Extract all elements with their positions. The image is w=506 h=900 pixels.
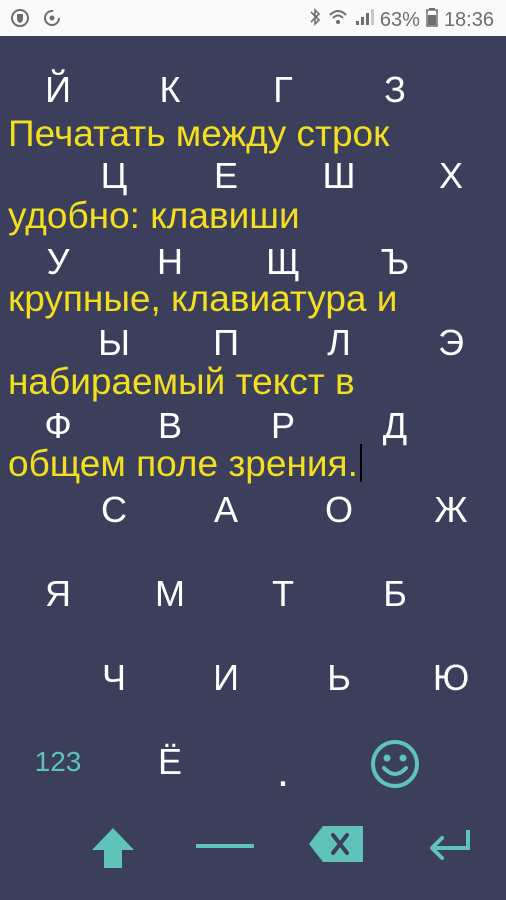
enter-key[interactable]: [426, 824, 472, 864]
typed-text-line-4: набираемый текст в: [8, 361, 355, 402]
key-row1-2[interactable]: К: [142, 62, 198, 118]
shift-key[interactable]: [88, 824, 138, 872]
signal-icon: [354, 7, 374, 33]
enter-return-icon: [430, 830, 470, 860]
key-row6-4[interactable]: Ж: [423, 482, 479, 538]
space-bar-icon: [196, 844, 254, 848]
key-row8-3[interactable]: Ь: [311, 650, 367, 706]
space-key[interactable]: [196, 836, 254, 856]
numbers-key[interactable]: 123: [26, 742, 90, 782]
sync-app-icon: [42, 8, 62, 33]
clock-time: 18:36: [443, 8, 494, 31]
key-row6-1[interactable]: С: [86, 482, 142, 538]
emoji-key[interactable]: [369, 738, 421, 790]
battery-icon: [426, 7, 438, 33]
typed-text-line-1: Печатать между строк: [8, 113, 390, 154]
key-row5-4[interactable]: Д: [367, 398, 423, 454]
text-cursor: [359, 444, 362, 482]
typed-text-line-5-wrap: общем поле зрения.: [8, 444, 362, 484]
key-row1-4[interactable]: З: [367, 62, 423, 118]
keyboard: Й К Г З Ц Е Ш Х У Н Щ Ъ Ы П Л Э Ф В Р Д …: [0, 36, 506, 900]
bluetooth-icon: [308, 7, 322, 33]
key-row7-4[interactable]: Б: [367, 566, 423, 622]
key-row2-3[interactable]: Ш: [311, 148, 367, 204]
key-row7-3[interactable]: Т: [255, 566, 311, 622]
backspace-icon: [309, 826, 363, 862]
key-row6-2[interactable]: А: [198, 482, 254, 538]
key-row7-2[interactable]: М: [142, 566, 198, 622]
key-yo[interactable]: Ё: [142, 734, 198, 790]
key-row1-1[interactable]: Й: [30, 62, 86, 118]
period-key[interactable]: .: [255, 750, 311, 794]
wifi-icon: [328, 7, 348, 33]
typed-text-line-5: общем поле зрения.: [8, 443, 358, 484]
key-row8-1[interactable]: Ч: [86, 650, 142, 706]
status-bar: 63% 18:36: [0, 0, 506, 36]
shield-icon: [10, 8, 30, 33]
backspace-key[interactable]: [309, 824, 365, 864]
key-row6-3[interactable]: О: [311, 482, 367, 538]
smiley-emoji-icon: [371, 740, 419, 788]
key-row8-4[interactable]: Ю: [423, 650, 479, 706]
battery-percent: 63%: [379, 8, 420, 31]
shift-up-arrow-icon: [92, 828, 134, 868]
typed-text-line-2: удобно: клавиши: [8, 195, 300, 236]
key-row1-3[interactable]: Г: [255, 62, 311, 118]
key-row4-4[interactable]: Э: [423, 315, 479, 371]
key-row2-4[interactable]: Х: [423, 148, 479, 204]
key-row8-2[interactable]: И: [198, 650, 254, 706]
key-row7-1[interactable]: Я: [30, 566, 86, 622]
typed-text-line-3: крупные, клавиатура и: [8, 278, 398, 319]
